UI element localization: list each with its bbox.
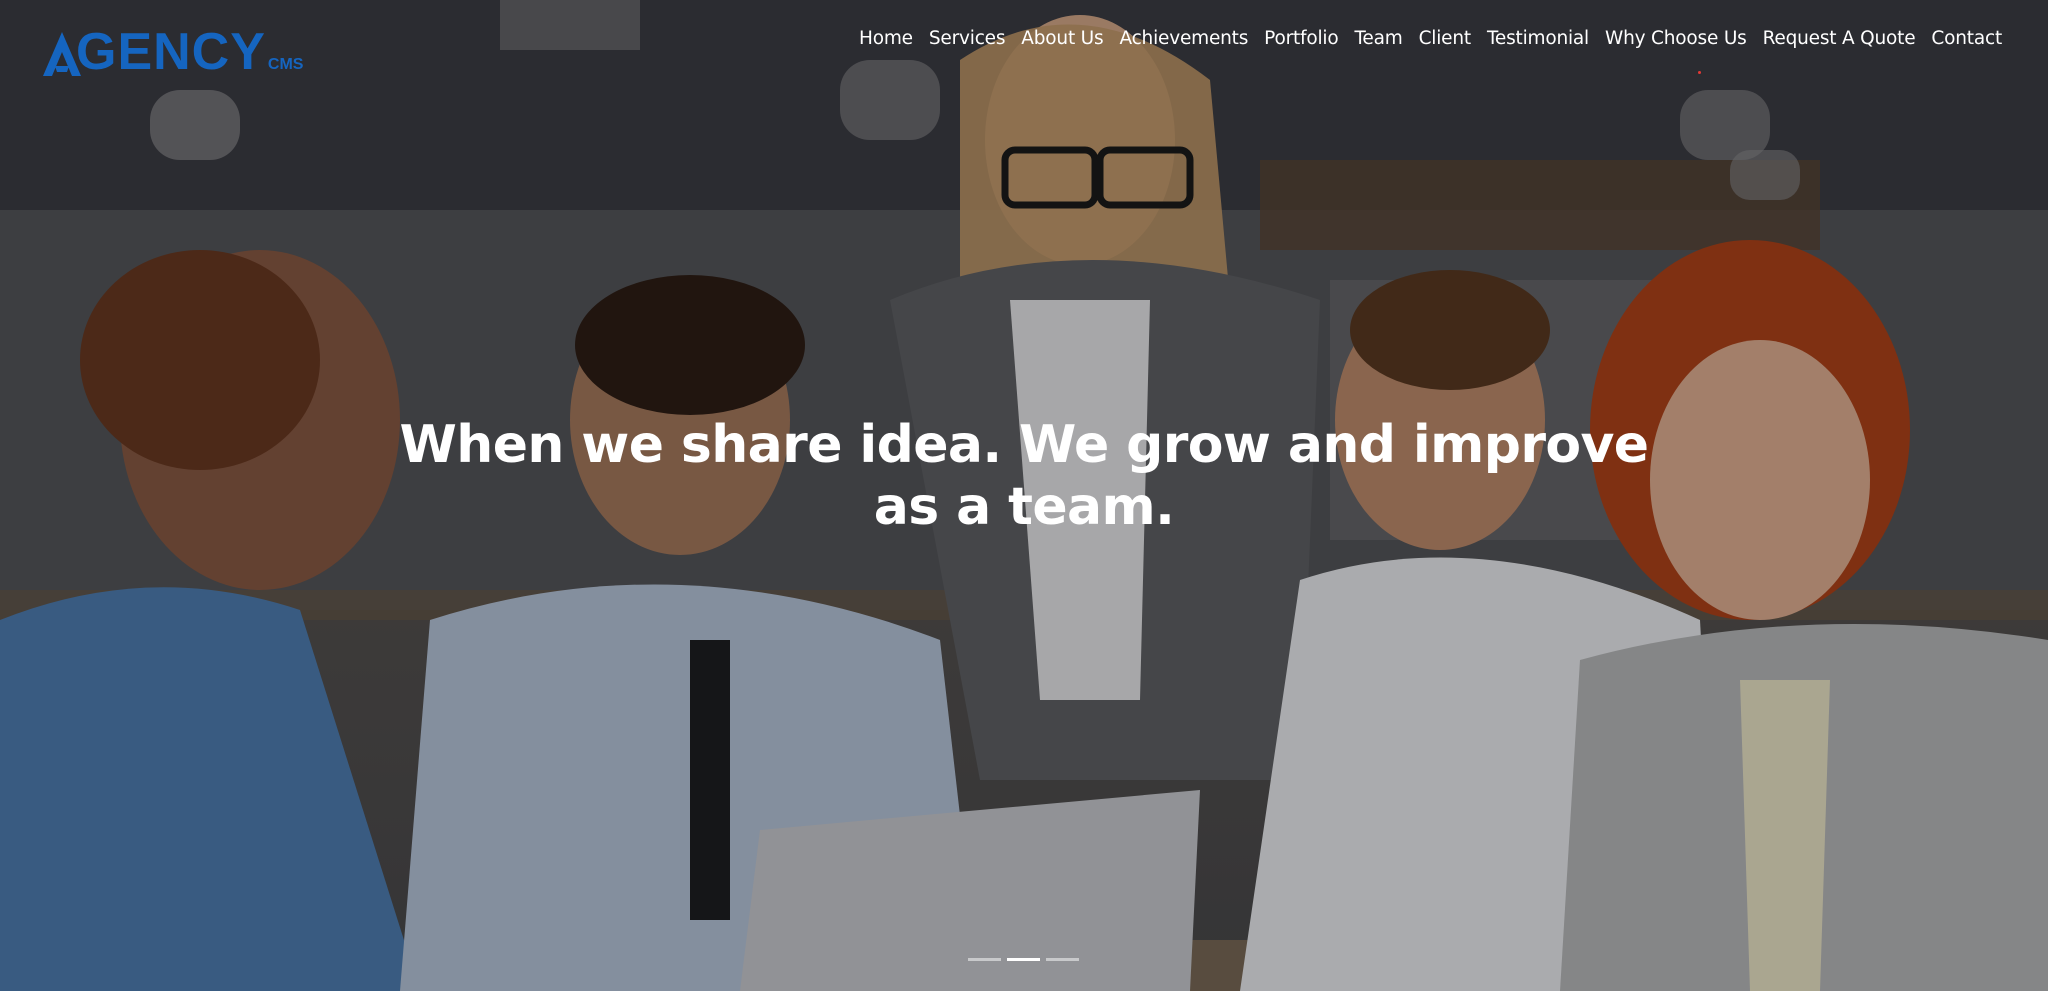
- slider-indicators: [968, 958, 1079, 961]
- brand-name: GENCY: [76, 23, 266, 81]
- nav-item-contact[interactable]: Contact: [1923, 24, 2010, 53]
- slide-indicator-1[interactable]: [968, 958, 1001, 961]
- site-header: GENCY CMS Home Services About Us Achieve…: [0, 0, 2048, 80]
- main-nav: Home Services About Us Achievements Port…: [851, 24, 2010, 53]
- headline-line-2: as a team.: [873, 477, 1175, 537]
- hero-headline: When we share idea. We grow and improve …: [0, 414, 2048, 538]
- nav-item-why-choose-us[interactable]: Why Choose Us: [1597, 24, 1755, 53]
- nav-item-achievements[interactable]: Achievements: [1111, 24, 1256, 53]
- headline-line-1: When we share idea. We grow and improve: [399, 415, 1650, 475]
- nav-item-team[interactable]: Team: [1346, 24, 1410, 53]
- nav-item-services[interactable]: Services: [921, 24, 1013, 53]
- slide-indicator-2[interactable]: [1007, 958, 1040, 961]
- nav-item-request-a-quote[interactable]: Request A Quote: [1755, 24, 1924, 53]
- nav-item-portfolio[interactable]: Portfolio: [1256, 24, 1346, 53]
- brand-suffix: CMS: [267, 56, 304, 73]
- nav-item-home[interactable]: Home: [851, 24, 921, 53]
- nav-item-about-us[interactable]: About Us: [1013, 24, 1111, 53]
- nav-item-testimonial[interactable]: Testimonial: [1479, 24, 1597, 53]
- slide-indicator-3[interactable]: [1046, 958, 1079, 961]
- active-nav-indicator: [1698, 71, 1701, 74]
- brand-logo[interactable]: GENCY CMS: [42, 18, 303, 78]
- nav-item-client[interactable]: Client: [1411, 24, 1479, 53]
